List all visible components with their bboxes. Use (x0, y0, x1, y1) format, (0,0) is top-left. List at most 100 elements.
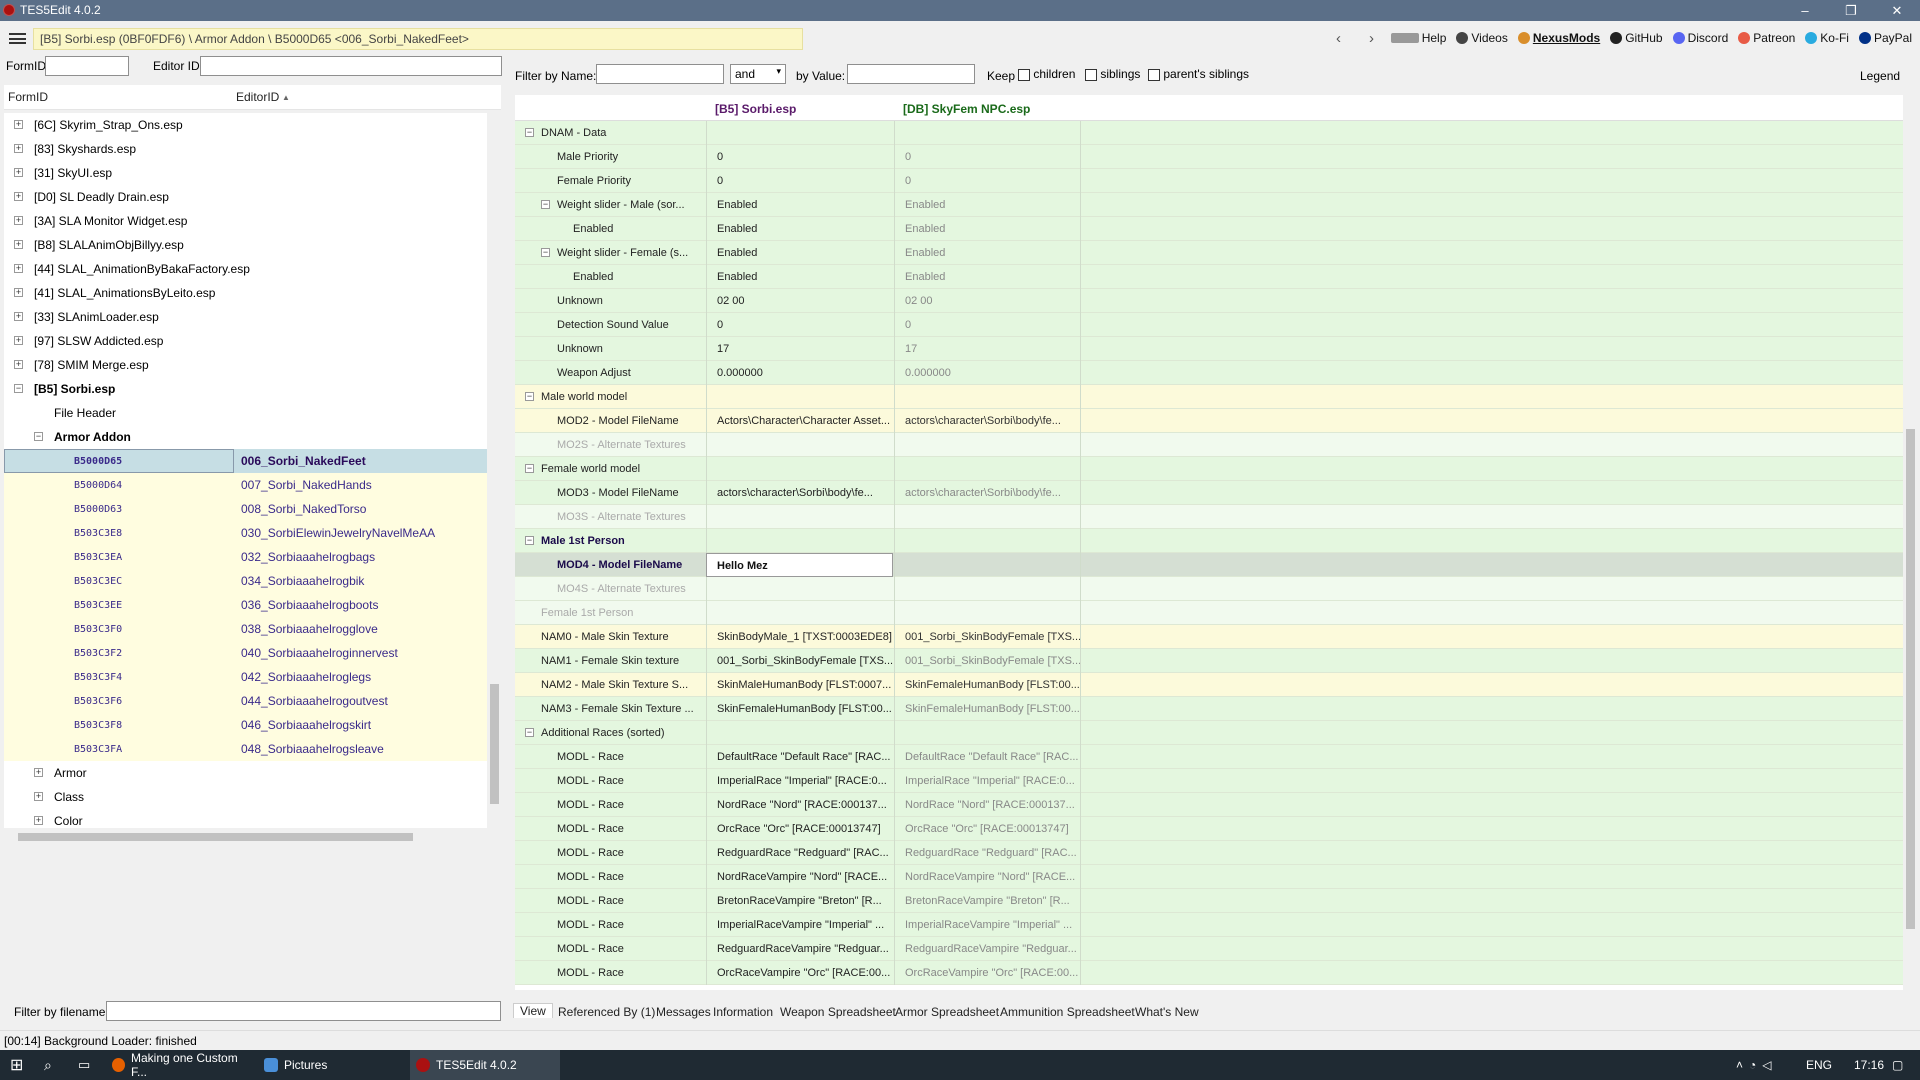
tree-item[interactable]: + [D0] SL Deadly Drain.esp (4, 185, 487, 209)
grid-row[interactable]: MODL - Race OrcRaceVampire "Orc" [RACE:00… (515, 961, 1903, 985)
tree-record[interactable]: B5000D64 007_Sorbi_NakedHands (4, 473, 487, 497)
hamburger-menu-icon[interactable] (9, 33, 26, 44)
and-select[interactable]: and ▾ (730, 64, 786, 84)
kofi-link[interactable]: Ko-Fi (1805, 31, 1849, 45)
tree-record-selected[interactable]: B5000D65 006_Sorbi_NakedFeet (4, 449, 487, 473)
expand-icon[interactable]: + (34, 768, 43, 777)
expand-icon[interactable]: + (14, 168, 23, 177)
tab-weapon-spreadsheet[interactable]: Weapon Spreadsheet (780, 1005, 896, 1019)
system-tray[interactable]: ˄ ◔ ◁ (1730, 1050, 1778, 1080)
github-link[interactable]: GitHub (1610, 31, 1663, 45)
expand-icon[interactable]: + (14, 360, 23, 369)
help-link[interactable]: Help (1390, 31, 1446, 45)
tab-whats-new[interactable]: What's New (1135, 1005, 1199, 1019)
grid-row[interactable]: Male Priority 0 0 (515, 145, 1903, 169)
tree-record[interactable]: B503C3F8 046_Sorbiaaahelrogskirt (4, 713, 487, 737)
tree-horizontal-scrollbar[interactable] (4, 830, 487, 844)
expand-icon[interactable]: + (34, 816, 43, 825)
column-formid[interactable]: FormID (8, 90, 48, 104)
grid-row[interactable]: MODL - Race OrcRace "Orc" [RACE:00013747]… (515, 817, 1903, 841)
grid-row[interactable]: MODL - Race ImperialRaceVampire "Imperial… (515, 913, 1903, 937)
tree-record[interactable]: B503C3F4 042_Sorbiaaahelroglegs (4, 665, 487, 689)
collapse-icon[interactable]: − (525, 464, 534, 473)
grid-row[interactable]: MODL - Race RedguardRace "Redguard" [RAC.… (515, 841, 1903, 865)
tree-item[interactable]: − [B5] Sorbi.esp (4, 377, 487, 401)
filter-name-input[interactable] (596, 64, 724, 84)
discord-link[interactable]: Discord (1672, 31, 1728, 45)
taskbar-tes5edit[interactable]: TES5Edit 4.0.2 (410, 1050, 560, 1080)
scroll-thumb[interactable] (18, 833, 413, 841)
filter-filename-input[interactable] (106, 1001, 501, 1021)
grid-row[interactable]: NAM1 - Female Skin texture 001_Sorbi_Skin… (515, 649, 1903, 673)
tree-item[interactable]: − Armor Addon (4, 425, 487, 449)
tree-item[interactable]: + Armor (4, 761, 487, 785)
tree-record[interactable]: B503C3EA 032_Sorbiaaahelrogbags (4, 545, 487, 569)
expand-icon[interactable]: + (14, 240, 23, 249)
paypal-link[interactable]: PayPal (1858, 31, 1912, 45)
expand-icon[interactable]: + (14, 120, 23, 129)
grid-row[interactable]: Enabled Enabled Enabled (515, 217, 1903, 241)
grid-row[interactable]: MODL - Race DefaultRace "Default Race" [R… (515, 745, 1903, 769)
tree-record[interactable]: B503C3EC 034_Sorbiaaahelrogbik (4, 569, 487, 593)
expand-icon[interactable]: + (34, 792, 43, 801)
start-button[interactable]: ⊞ (4, 1050, 29, 1080)
collapse-icon[interactable]: − (525, 536, 534, 545)
grid-row[interactable]: MOD3 - Model FileName actors\character\So… (515, 481, 1903, 505)
siblings-checkbox[interactable]: siblings (1085, 67, 1140, 81)
tree-item[interactable]: + [83] Skyshards.esp (4, 137, 487, 161)
forward-button[interactable]: › (1369, 30, 1374, 47)
tab-ammunition-spreadsheet[interactable]: Ammunition Spreadsheet (1000, 1005, 1135, 1019)
language-indicator[interactable]: ENG (1800, 1050, 1838, 1080)
grid-row[interactable]: Detection Sound Value 0 0 (515, 313, 1903, 337)
record-tree[interactable]: + [6C] Skyrim_Strap_Ons.esp + [83] Skyshar… (4, 113, 487, 828)
collapse-icon[interactable]: − (541, 200, 550, 209)
maximize-button[interactable]: ❐ (1828, 0, 1874, 21)
grid-row[interactable]: Female Priority 0 0 (515, 169, 1903, 193)
tree-item[interactable]: + Class (4, 785, 487, 809)
grid-row[interactable]: Female 1st Person (515, 601, 1903, 625)
grid-row[interactable]: Weapon Adjust 0.000000 0.000000 (515, 361, 1903, 385)
checkbox-icon[interactable] (1018, 68, 1030, 81)
column-editorid[interactable]: EditorID (236, 90, 279, 104)
expand-icon[interactable]: + (14, 264, 23, 273)
tree-vertical-scrollbar[interactable] (488, 113, 501, 828)
tree-record[interactable]: B503C3FA 048_Sorbiaaahelrogsleave (4, 737, 487, 761)
grid-row[interactable]: − Additional Races (sorted) (515, 721, 1903, 745)
grid-row[interactable]: MODL - Race ImperialRace "Imperial" [RACE… (515, 769, 1903, 793)
collapse-icon[interactable]: − (525, 392, 534, 401)
record-grid[interactable]: [B5] Sorbi.esp [DB] SkyFem NPC.esp − DNAM… (515, 95, 1903, 990)
close-button[interactable]: ✕ (1874, 0, 1920, 21)
tree-record[interactable]: B503C3F2 040_Sorbiaaahelroginnervest (4, 641, 487, 665)
grid-row[interactable]: − Female world model (515, 457, 1903, 481)
tree-item[interactable]: + [78] SMIM Merge.esp (4, 353, 487, 377)
by-value-input[interactable] (847, 64, 975, 84)
tab-referenced-by[interactable]: Referenced By (1) (558, 1005, 655, 1019)
column-sorbi-esp[interactable]: [B5] Sorbi.esp (715, 102, 796, 116)
grid-row[interactable]: − Male 1st Person (515, 529, 1903, 553)
grid-vertical-scrollbar[interactable] (1903, 121, 1917, 990)
collapse-icon[interactable]: − (14, 384, 23, 393)
value-edit-input[interactable]: Hello Mez (706, 553, 893, 577)
grid-row[interactable]: MODL - Race RedguardRaceVampire "Redguar.… (515, 937, 1903, 961)
tree-record[interactable]: B5000D63 008_Sorbi_NakedTorso (4, 497, 487, 521)
tree-item[interactable]: + [44] SLAL_AnimationByBakaFactory.esp (4, 257, 487, 281)
collapse-icon[interactable]: − (34, 432, 43, 441)
tree-record[interactable]: B503C3F6 044_Sorbiaaahelrogoutvest (4, 689, 487, 713)
grid-row[interactable]: Unknown 17 17 (515, 337, 1903, 361)
editorid-input[interactable] (200, 56, 502, 76)
tree-record[interactable]: B503C3EE 036_Sorbiaaahelrogboots (4, 593, 487, 617)
tab-view[interactable]: View (513, 1003, 553, 1018)
expand-icon[interactable]: + (14, 216, 23, 225)
grid-row[interactable]: MOD2 - Model FileName Actors\Character\Ch… (515, 409, 1903, 433)
videos-link[interactable]: Videos (1456, 31, 1508, 45)
tab-messages[interactable]: Messages (656, 1005, 711, 1019)
grid-row[interactable]: NAM2 - Male Skin Texture S... SkinMaleHum… (515, 673, 1903, 697)
nexusmods-link[interactable]: NexusMods (1517, 31, 1600, 45)
expand-icon[interactable]: + (14, 336, 23, 345)
grid-row[interactable]: − Weight slider - Female (s... Enabled Enab… (515, 241, 1903, 265)
grid-row[interactable]: NAM3 - Female Skin Texture ... SkinFemale… (515, 697, 1903, 721)
tree-record[interactable]: B503C3E8 030_SorbiElewinJewelryNavelMeAA (4, 521, 487, 545)
legend-button[interactable]: Legend (1860, 69, 1900, 83)
grid-row[interactable]: Enabled Enabled Enabled (515, 265, 1903, 289)
parents-siblings-checkbox[interactable]: parent's siblings (1148, 67, 1249, 81)
